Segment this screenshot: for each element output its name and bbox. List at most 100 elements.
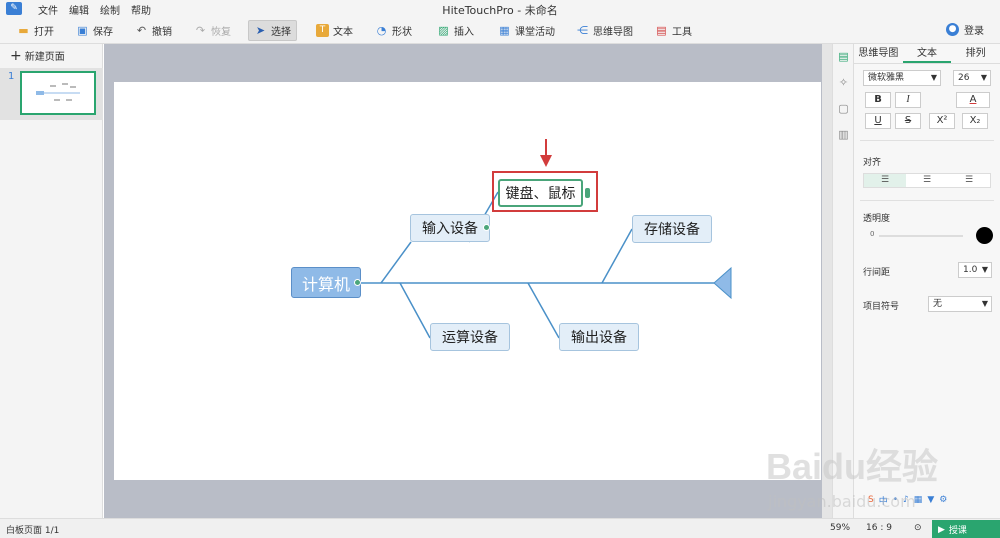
opacity-value: 0 [870, 230, 875, 238]
text-tool-button[interactable]: T 文本 [311, 20, 358, 41]
node-output[interactable]: 输出设备 [559, 323, 639, 351]
open-button[interactable]: ▬ 打开 [12, 20, 59, 41]
app-logo-icon[interactable]: ✎ [6, 2, 22, 15]
save-button[interactable]: ▣ 保存 [71, 20, 118, 41]
menu-help[interactable]: 帮助 [131, 2, 151, 17]
page-number: 1 [8, 71, 15, 82]
node-storage-label: 存储设备 [644, 222, 700, 238]
ime-shirt-icon: ▼ [927, 495, 935, 505]
layer-icon[interactable]: ▢ [837, 102, 850, 115]
node-compute[interactable]: 运算设备 [430, 323, 510, 351]
workspace: 计算机 输入设备 键盘、鼠标 存储设备 运算设备 输出设备 [104, 44, 832, 518]
window-title: HiteTouchPro - 未命名 [442, 4, 558, 17]
root-node[interactable]: 计算机 [291, 267, 361, 298]
ime-gear-icon: ⚙ [939, 495, 948, 505]
bold-button[interactable]: B [865, 92, 891, 108]
insert-icon: ▨ [438, 24, 449, 37]
bullet-select[interactable]: 无 ▼ [928, 296, 992, 312]
shape-icon: ◔ [376, 24, 387, 37]
mindmap-icon: ⋲ [577, 24, 588, 37]
resource-icon[interactable]: ▥ [837, 128, 850, 141]
classroom-activity-button[interactable]: ▦ 课堂活动 [493, 20, 560, 41]
align-right-button[interactable]: ☰ [948, 174, 990, 187]
ime-mic-icon: ♪ [903, 495, 909, 505]
thumbnail-preview [36, 83, 80, 101]
save-icon: ▣ [77, 24, 88, 37]
line-spacing-value: 1.0 [963, 265, 978, 275]
node-storage[interactable]: 存储设备 [632, 215, 712, 243]
superscript-button[interactable]: X² [929, 113, 955, 129]
node-input[interactable]: 输入设备 [410, 214, 490, 242]
tab-mindmap[interactable]: 思维导图 [854, 44, 903, 63]
menu-draw[interactable]: 绘制 [100, 2, 120, 17]
tools-button[interactable]: ▤ 工具 [650, 20, 697, 41]
strikethrough-button[interactable]: S [895, 113, 921, 129]
cursor-icon: ➤ [255, 24, 266, 37]
chevron-down-icon: ▼ [981, 299, 988, 308]
tools-label: 工具 [672, 27, 692, 38]
page-info: 白板页面 1/1 [6, 526, 60, 536]
subscript-button[interactable]: X₂ [962, 113, 988, 129]
ratio-select[interactable]: 16 : 9 [866, 523, 892, 533]
tab-text[interactable]: 文本 [902, 44, 952, 63]
insert-label: 插入 [454, 27, 474, 38]
shape-tool-button[interactable]: ◔ 形状 [370, 20, 417, 41]
text-label: 文本 [333, 27, 353, 38]
menu-file[interactable]: 文件 [38, 2, 58, 17]
redo-button[interactable]: ↷ 恢复 [189, 20, 236, 41]
start-lesson-button[interactable]: ▶ 授课 [932, 520, 1000, 538]
undo-icon: ↶ [136, 24, 147, 37]
align-group: ☰ ☰ ☰ [863, 173, 991, 188]
color-picker[interactable] [976, 227, 993, 244]
zoom-select[interactable]: 59% [830, 523, 850, 533]
font-color-button[interactable]: A [956, 92, 990, 108]
node-output-label: 输出设备 [571, 330, 627, 346]
italic-button[interactable]: I [895, 92, 921, 108]
root-node-label: 计算机 [301, 274, 350, 294]
canvas-scrollbar[interactable] [822, 44, 832, 518]
undo-button[interactable]: ↶ 撤销 [130, 20, 177, 41]
user-icon: ● [946, 23, 959, 36]
bullet-value: 无 [933, 299, 943, 309]
mindmap-connectors [361, 191, 732, 339]
page-thumbnail[interactable] [20, 71, 96, 115]
root-connector-handle[interactable] [354, 279, 361, 286]
font-family-select[interactable]: 微软雅黑 ▼ [863, 70, 941, 86]
whiteboard-canvas[interactable]: 计算机 输入设备 键盘、鼠标 存储设备 运算设备 输出设备 [114, 82, 821, 480]
status-bar: 白板页面 1/1 59% 16 : 9 ⊙ ▶ 授课 [0, 518, 1000, 538]
align-left-icon: ☰ [880, 175, 890, 185]
highlight-box [492, 171, 598, 212]
undo-label: 撤销 [152, 27, 172, 38]
select-tool-button[interactable]: ➤ 选择 [248, 20, 297, 41]
fullscreen-icon[interactable]: ⊙ [914, 523, 922, 533]
font-size-select[interactable]: 26 ▼ [953, 70, 991, 86]
insert-button[interactable]: ▨ 插入 [432, 20, 479, 41]
select-label: 选择 [271, 27, 291, 38]
pages-panel: + 新建页面 1 [0, 44, 103, 518]
underline-button[interactable]: U [865, 113, 891, 129]
align-center-button[interactable]: ☰ [906, 174, 948, 187]
opacity-label: 透明度 [863, 214, 891, 224]
property-side-strip: ▤ ✧ ▢ ▥ [832, 44, 854, 518]
ime-toolbar[interactable]: S 中 • ♪ ▦ ▼ ⚙ [868, 492, 998, 508]
mindmap-button[interactable]: ⋲ 思维导图 [571, 20, 638, 41]
shape-label: 形状 [392, 27, 412, 38]
new-page-button[interactable]: + 新建页面 [10, 48, 65, 64]
font-family-value: 微软雅黑 [868, 73, 905, 83]
align-left-button[interactable]: ☰ [864, 174, 906, 187]
tab-arrange[interactable]: 排列 [951, 44, 1000, 63]
properties-panel: 思维导图 文本 排列 微软雅黑 ▼ 26 ▼ B I A U S X² X₂ 对… [854, 44, 1000, 518]
document-icon[interactable]: ▤ [837, 50, 850, 63]
ime-punct-icon: • [892, 495, 899, 505]
login-label: 登录 [964, 26, 984, 37]
mindmap-label: 思维导图 [593, 27, 633, 38]
node-compute-label: 运算设备 [442, 330, 498, 346]
menu-edit[interactable]: 编辑 [69, 2, 89, 17]
input-connector-handle[interactable] [483, 224, 490, 231]
pin-icon[interactable]: ✧ [837, 76, 850, 89]
line-spacing-select[interactable]: 1.0 ▼ [958, 262, 992, 278]
login-button[interactable]: ● 登录 [946, 22, 984, 37]
align-label: 对齐 [863, 158, 882, 168]
main-toolbar: ▬ 打开 ▣ 保存 ↶ 撤销 ↷ 恢复 ➤ 选择 T 文本 ◔ 形状 ▨ 插入 … [0, 17, 1000, 44]
opacity-slider[interactable] [879, 235, 963, 237]
